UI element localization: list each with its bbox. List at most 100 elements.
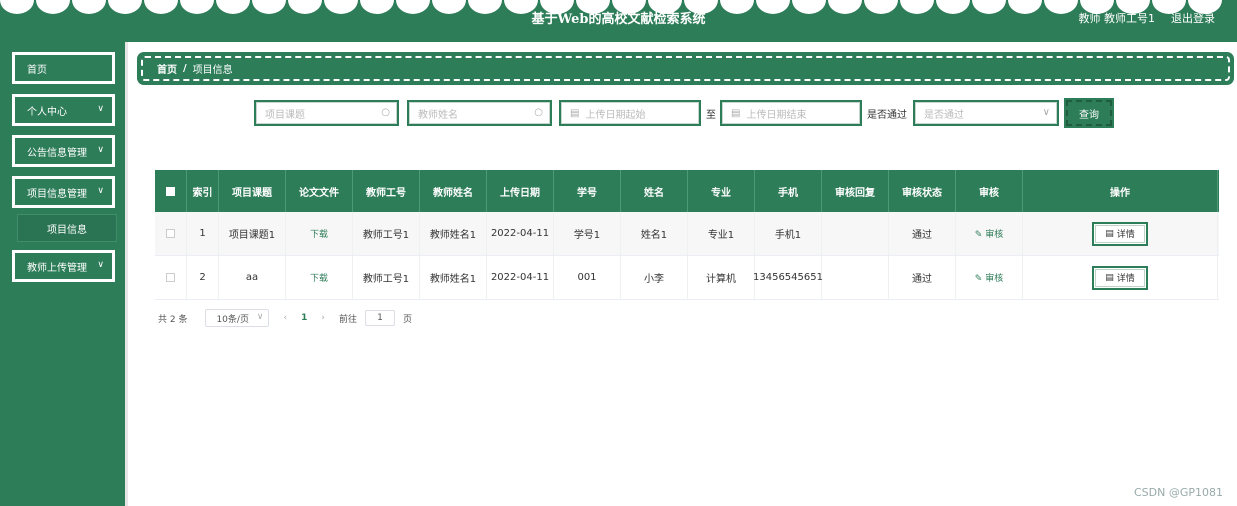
next-page-icon[interactable]: › (321, 313, 325, 323)
top-header: 基于Web的高校文献检索系统 教师 教师工号1 退出登录 (0, 0, 1237, 42)
sidebar-item-label: 首页 (27, 64, 47, 76)
cell-reply (822, 256, 889, 299)
column-header: 教师工号 (353, 170, 420, 212)
cell-major: 专业1 (688, 212, 755, 255)
document-icon: ▤ (1105, 228, 1114, 239)
cell-status: 通过 (889, 256, 956, 299)
detail-button[interactable]: ▤ 详情 (1092, 221, 1148, 246)
cell-student-id: 学号1 (554, 212, 621, 255)
user-role: 教师 (1078, 12, 1101, 25)
sidebar-item-notice-management[interactable]: 公告信息管理 ∨ (12, 135, 115, 167)
logout-link[interactable]: 退出登录 (1171, 10, 1215, 26)
sidebar-subitem-project-info[interactable]: 项目信息 (17, 214, 117, 242)
cell-name: 小李 (621, 256, 688, 299)
date-start-picker[interactable]: ▤ 上传日期起始 (559, 100, 701, 126)
column-header: 审核状态 (889, 170, 956, 212)
chevron-down-icon: ∨ (97, 260, 104, 270)
review-link[interactable]: ✎ 审核 (956, 256, 1023, 299)
column-header: 手机 (755, 170, 822, 212)
placeholder: 上传日期起始 (585, 109, 646, 121)
sidebar: 首页 个人中心 ∨ 公告信息管理 ∨ 项目信息管理 ∨ 项目信息 教师上传管理 … (0, 42, 125, 506)
cell-student-id: 001 (554, 256, 621, 299)
calendar-icon: ▤ (731, 107, 741, 119)
download-link[interactable]: 下载 (286, 212, 353, 255)
document-icon: ▤ (1105, 272, 1114, 283)
query-button[interactable]: 查询 (1064, 98, 1114, 128)
cell-phone: 13456545651 (753, 256, 823, 299)
placeholder: 项目课题 (265, 109, 305, 121)
date-end-picker[interactable]: ▤ 上传日期结束 (720, 100, 862, 126)
watermark: CSDN @GP1081 (1133, 486, 1223, 499)
cell-reply (822, 212, 889, 255)
calendar-icon: ▤ (570, 107, 580, 119)
prev-page-icon[interactable]: ‹ (283, 313, 287, 323)
cell-teacher-id: 教师工号1 (353, 212, 420, 255)
table-header: 索引 项目课题 论文文件 教师工号 教师姓名 上传日期 学号 姓名 专业 手机 … (155, 170, 1219, 212)
teacher-name-search-input[interactable]: 教师姓名 ○ (407, 100, 552, 126)
review-link[interactable]: ✎ 审核 (956, 212, 1023, 255)
cell-index: 2 (187, 256, 219, 299)
sidebar-item-project-management[interactable]: 项目信息管理 ∨ (12, 176, 115, 208)
row-checkbox[interactable] (155, 212, 187, 255)
search-icon: ○ (534, 107, 543, 118)
header-user-area: 教师 教师工号1 退出登录 (1079, 10, 1216, 26)
chevron-down-icon: ∨ (97, 104, 104, 114)
column-header: 上传日期 (487, 170, 554, 212)
project-table: 索引 项目课题 论文文件 教师工号 教师姓名 上传日期 学号 姓名 专业 手机 … (155, 170, 1219, 300)
download-link[interactable]: 下载 (286, 256, 353, 299)
page-size-select[interactable]: 10条/页 ∨ (205, 309, 270, 327)
cell-teacher-id: 教师工号1 (353, 256, 420, 299)
select-all-checkbox[interactable] (155, 170, 187, 212)
chevron-down-icon: ∨ (1042, 107, 1050, 118)
cell-phone: 手机1 (755, 212, 822, 255)
search-icon: ○ (381, 107, 390, 118)
sidebar-item-label: 公告信息管理 (27, 147, 87, 159)
sidebar-item-label: 项目信息管理 (27, 188, 87, 200)
project-search-input[interactable]: 项目课题 ○ (254, 100, 399, 126)
pass-filter-select[interactable]: 是否通过 ∨ (913, 100, 1059, 126)
sidebar-divider (125, 42, 128, 506)
goto-page-input[interactable]: 1 (364, 310, 395, 326)
edit-icon: ✎ (974, 274, 983, 284)
sidebar-item-home[interactable]: 首页 (12, 52, 115, 84)
app-title: 基于Web的高校文献检索系统 (531, 12, 706, 27)
column-header: 索引 (187, 170, 219, 212)
pagination: 共 2 条 10条/页 ∨ ‹ 1 › 前往 1 页 (158, 309, 412, 327)
cell-project: 项目课题1 (219, 212, 286, 255)
sidebar-item-label: 教师上传管理 (27, 262, 87, 274)
column-header: 操作 (1023, 170, 1218, 212)
column-header: 审核回复 (822, 170, 889, 212)
row-checkbox[interactable] (155, 256, 187, 299)
breadcrumb-current: 项目信息 (192, 65, 233, 76)
cell-date: 2022-04-11 (487, 256, 554, 299)
cell-major: 计算机 (688, 256, 755, 299)
sidebar-item-teacher-upload[interactable]: 教师上传管理 ∨ (12, 250, 115, 282)
breadcrumb: 首页 / 项目信息 (137, 52, 1234, 85)
cell-teacher-name: 教师姓名1 (420, 256, 487, 299)
detail-button[interactable]: ▤ 详情 (1092, 265, 1148, 290)
placeholder: 是否通过 (924, 109, 964, 121)
total-count: 共 2 条 (158, 314, 188, 325)
sidebar-item-label: 个人中心 (27, 106, 67, 118)
breadcrumb-home[interactable]: 首页 (157, 61, 177, 76)
table-row: 1 项目课题1 下载 教师工号1 教师姓名1 2022-04-11 学号1 姓名… (155, 212, 1219, 256)
sidebar-item-personal-center[interactable]: 个人中心 ∨ (12, 94, 115, 126)
placeholder: 教师姓名 (418, 109, 458, 121)
table-row: 2 aa 下载 教师工号1 教师姓名1 2022-04-11 001 小李 计算… (155, 256, 1219, 300)
date-range-to-label: 至 (706, 110, 716, 121)
edit-icon: ✎ (974, 230, 983, 240)
column-header: 论文文件 (286, 170, 353, 212)
column-header: 项目课题 (219, 170, 286, 212)
chevron-down-icon: ∨ (97, 145, 104, 155)
column-header: 审核 (956, 170, 1023, 212)
current-page[interactable]: 1 (301, 313, 307, 323)
column-header: 专业 (688, 170, 755, 212)
goto-label: 前往 (338, 314, 357, 325)
cell-project: aa (219, 256, 286, 299)
cell-name: 姓名1 (621, 212, 688, 255)
cell-index: 1 (187, 212, 219, 255)
placeholder: 上传日期结束 (746, 109, 807, 121)
user-info: 教师 教师工号1 (1079, 10, 1156, 26)
cell-actions: ▤ 详情 (1023, 212, 1218, 255)
cell-date: 2022-04-11 (487, 212, 554, 255)
